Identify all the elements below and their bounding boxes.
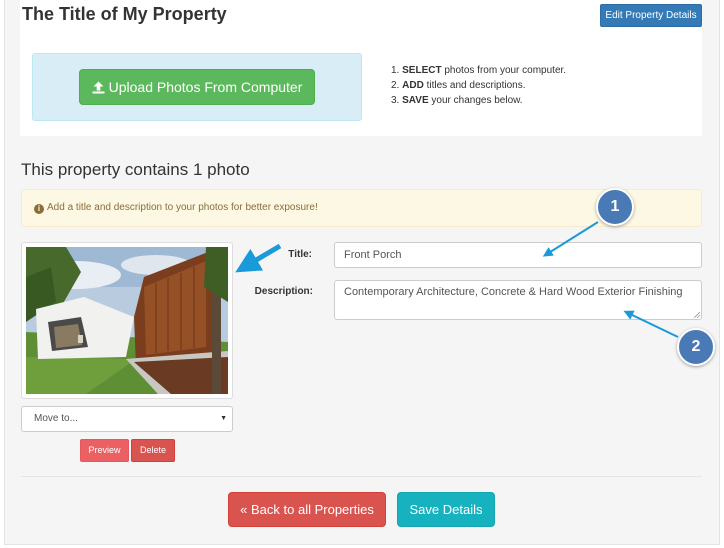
delete-button[interactable]: Delete [131,439,175,462]
edit-property-details-button[interactable]: Edit Property Details [600,4,702,27]
house-photo [26,247,228,394]
upload-steps: 1. SELECT photos from your computer. 2. … [391,63,566,108]
upload-icon [92,79,109,95]
back-to-properties-button[interactable]: « Back to all Properties [228,492,386,527]
preview-button[interactable]: Preview [80,439,129,462]
description-textarea[interactable]: Contemporary Architecture, Concrete & Ha… [334,280,702,320]
upload-box: Upload Photos From Computer [32,53,362,121]
step-item: 3. SAVE your changes below. [391,95,523,106]
divider [21,476,702,477]
title-input[interactable]: Front Porch [334,242,702,268]
callout-badge-2: 2 [677,328,715,366]
caret-down-icon: ▼ [220,415,227,422]
photo-thumbnail[interactable] [21,242,233,399]
step-item: 2. ADD titles and descriptions. [391,80,526,91]
upload-panel: Upload Photos From Computer 1. SELECT ph… [20,40,702,136]
upload-photos-button[interactable]: Upload Photos From Computer [79,69,315,105]
callout-badge-1: 1 [596,188,634,226]
move-to-select[interactable]: Move to... ▼ [21,406,233,432]
move-to-value: Move to... [34,413,78,424]
page-header: The Title of My Property Edit Property D… [20,0,702,40]
alert-text: Add a title and description to your phot… [47,202,318,213]
title-label: Title: [288,249,312,260]
page-title: The Title of My Property [22,4,227,24]
photo-count-heading: This property contains 1 photo [21,160,250,179]
save-details-button[interactable]: Save Details [397,492,495,527]
resize-grip-icon[interactable] [694,312,700,318]
description-value: Contemporary Architecture, Concrete & Ha… [344,286,683,298]
upload-button-label: Upload Photos From Computer [108,79,303,95]
info-circle-icon: i [34,204,44,214]
description-label: Description: [254,286,313,297]
step-item: 1. SELECT photos from your computer. [391,65,567,76]
